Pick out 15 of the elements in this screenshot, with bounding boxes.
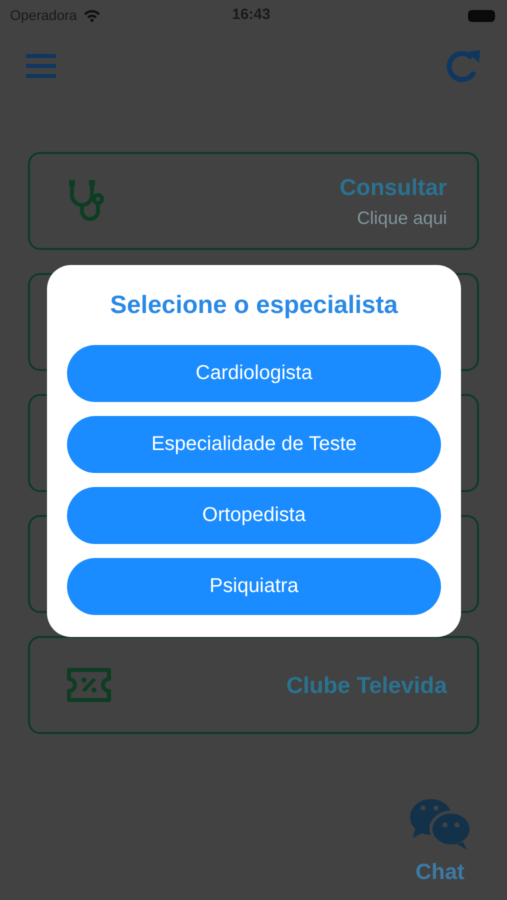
- specialist-option[interactable]: Ortopedista: [67, 486, 441, 544]
- menu-card[interactable]: Consultar Clique aqui: [28, 152, 479, 250]
- ticket-icon: [66, 667, 112, 703]
- card-title: Consultar: [340, 173, 447, 202]
- wifi-icon: [82, 8, 101, 22]
- specialist-option[interactable]: Psiquiatra: [67, 558, 441, 614]
- specialist-option[interactable]: Cardiologista: [67, 344, 441, 402]
- menu-icon[interactable]: [26, 53, 56, 79]
- specialist-option[interactable]: Especialidade de Teste: [67, 416, 441, 472]
- card-subtitle: Clique aqui: [356, 206, 447, 230]
- dialog-title: Selecione o especialista: [110, 290, 398, 321]
- card-title: Clube Televida: [286, 670, 447, 700]
- refresh-icon[interactable]: [445, 49, 481, 83]
- battery-icon: [468, 10, 495, 22]
- chat-label[interactable]: Chat: [416, 855, 464, 888]
